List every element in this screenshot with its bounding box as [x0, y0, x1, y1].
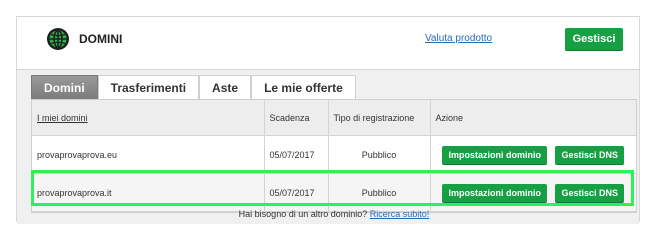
card-header: DOMINI Valuta prodotto Gestisci [17, 17, 639, 63]
column-header-action: Azione [430, 100, 636, 136]
registration-type: Pubblico [328, 173, 431, 212]
column-header-expiry: Scadenza [264, 100, 329, 136]
domain-name: provaprovaprova.it [32, 173, 265, 212]
domain-settings-button[interactable]: Impostazioni dominio [442, 145, 547, 164]
domains-panel: Domini Trasferimenti Aste Le mie offerte… [17, 69, 639, 224]
column-header-domains[interactable]: I miei domini [32, 100, 265, 136]
page-title: DOMINI [79, 32, 123, 46]
registration-type: Pubblico [328, 135, 431, 174]
manage-dns-button[interactable]: Gestisci DNS [555, 145, 625, 164]
footer-text: Hai bisogno di un altro dominio? [238, 209, 368, 219]
action-cell: Impostazioni dominio Gestisci DNS [430, 135, 636, 174]
domains-table: I miei domini Scadenza Tipo di registraz… [31, 99, 637, 213]
expiry-date: 05/07/2017 [264, 135, 329, 174]
domains-card: DOMINI Valuta prodotto Gestisci Domini T… [16, 16, 640, 224]
valuta-prodotto-link[interactable]: Valuta prodotto [425, 33, 492, 44]
tab-bar: Domini Trasferimenti Aste Le mie offerte [31, 75, 356, 99]
table-row: provaprovaprova.eu 05/07/2017 Pubblico I… [32, 135, 636, 174]
table-header-row: I miei domini Scadenza Tipo di registraz… [32, 100, 636, 136]
search-now-link[interactable]: Ricerca subito! [370, 209, 430, 219]
globe-icon [47, 28, 69, 50]
tab-aste[interactable]: Aste [199, 75, 252, 99]
column-header-registration-type: Tipo di registrazione [328, 100, 431, 136]
domain-settings-button[interactable]: Impostazioni dominio [442, 183, 547, 202]
expiry-date: 05/07/2017 [264, 173, 329, 212]
manage-dns-button[interactable]: Gestisci DNS [555, 183, 625, 202]
footer: Hai bisogno di un altro dominio? Ricerca… [0, 209, 668, 219]
tab-le-mie-offerte[interactable]: Le mie offerte [251, 75, 356, 99]
table-row: provaprovaprova.it 05/07/2017 Pubblico I… [32, 173, 636, 212]
gestisci-button[interactable]: Gestisci [565, 28, 623, 50]
tab-domini[interactable]: Domini [31, 75, 98, 99]
action-cell: Impostazioni dominio Gestisci DNS [430, 173, 636, 212]
tab-trasferimenti[interactable]: Trasferimenti [97, 75, 200, 99]
domain-name: provaprovaprova.eu [32, 135, 265, 174]
